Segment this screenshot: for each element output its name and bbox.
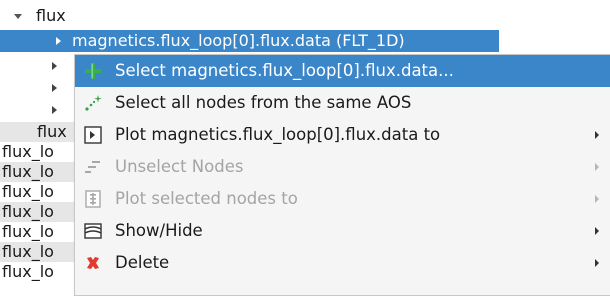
tree-row[interactable]: flux_lo: [0, 202, 74, 222]
tree-row[interactable]: flux_lo: [0, 222, 74, 242]
expand-arrow-icon[interactable]: [52, 62, 57, 70]
menu-item-select-all-aos[interactable]: Select all nodes from the same AOS: [75, 87, 610, 119]
plot-selected-icon: [83, 189, 103, 209]
tree-row[interactable]: flux_lo: [0, 262, 74, 282]
tree-row[interactable]: flux_lo: [0, 242, 74, 262]
layers-icon: [83, 221, 103, 241]
menu-item-label: Delete: [115, 253, 170, 272]
tree-row[interactable]: flux_lo: [0, 162, 74, 182]
tree-node-label: flux_lo: [2, 162, 54, 181]
tree-node-label: magnetics.flux_loop[0].flux.data (FLT_1D…: [72, 31, 405, 50]
menu-item-plot-to[interactable]: Plot magnetics.flux_loop[0].flux.data to: [75, 119, 610, 151]
expand-arrow-icon[interactable]: [52, 106, 57, 114]
menu-item-label: Plot selected nodes to: [115, 189, 298, 208]
menu-item-show-hide[interactable]: Show/Hide: [75, 215, 610, 247]
menu-item-label: Show/Hide: [115, 221, 203, 240]
tree-row[interactable]: flux_lo: [0, 142, 74, 162]
tree-node-flux[interactable]: flux: [0, 6, 120, 26]
plus-icon: [83, 61, 103, 81]
tree-node-label: flux: [37, 122, 67, 141]
context-menu: Select magnetics.flux_loop[0].flux.data.…: [74, 54, 610, 296]
menu-item-label: Select all nodes from the same AOS: [115, 93, 412, 112]
tree-node-label: flux_lo: [2, 182, 54, 201]
tree-node[interactable]: [0, 56, 74, 76]
submenu-arrow-icon: [595, 195, 599, 203]
expand-arrow-icon[interactable]: [52, 84, 57, 92]
submenu-arrow-icon: [595, 259, 599, 267]
tree-node-label: flux: [36, 6, 66, 25]
menu-item-select-node[interactable]: Select magnetics.flux_loop[0].flux.data.…: [75, 55, 610, 87]
menu-item-delete[interactable]: Delete: [75, 247, 610, 279]
submenu-arrow-icon: [595, 131, 599, 139]
plot-icon: [83, 125, 103, 145]
tree-node-label: flux_lo: [2, 242, 54, 261]
tree-node-label: flux_lo: [2, 202, 54, 221]
expand-arrow-icon[interactable]: [56, 37, 61, 45]
menu-item-label: Unselect Nodes: [115, 157, 244, 176]
submenu-arrow-icon: [595, 227, 599, 235]
delete-icon: [83, 253, 103, 273]
menu-item-plot-selected[interactable]: Plot selected nodes to: [75, 183, 610, 215]
tree-node-label: flux_lo: [2, 222, 54, 241]
tree-node-label: flux_lo: [2, 262, 54, 281]
submenu-arrow-icon: [595, 163, 599, 171]
menu-item-label: Select magnetics.flux_loop[0].flux.data.…: [115, 61, 454, 80]
sparkle-icon: [83, 93, 103, 113]
menu-item-unselect-nodes[interactable]: Unselect Nodes: [75, 151, 610, 183]
tree-node-label: flux_lo: [2, 142, 54, 161]
tree-row[interactable]: flux_lo: [0, 182, 74, 202]
menu-item-label: Plot magnetics.flux_loop[0].flux.data to: [115, 125, 441, 144]
tree-node[interactable]: [0, 100, 74, 120]
tree-node-selected[interactable]: magnetics.flux_loop[0].flux.data (FLT_1D…: [0, 30, 499, 52]
expand-arrow-icon[interactable]: [14, 14, 22, 19]
tree-node[interactable]: [0, 78, 74, 98]
unselect-icon: [83, 157, 103, 177]
tree-row[interactable]: flux: [0, 122, 74, 142]
